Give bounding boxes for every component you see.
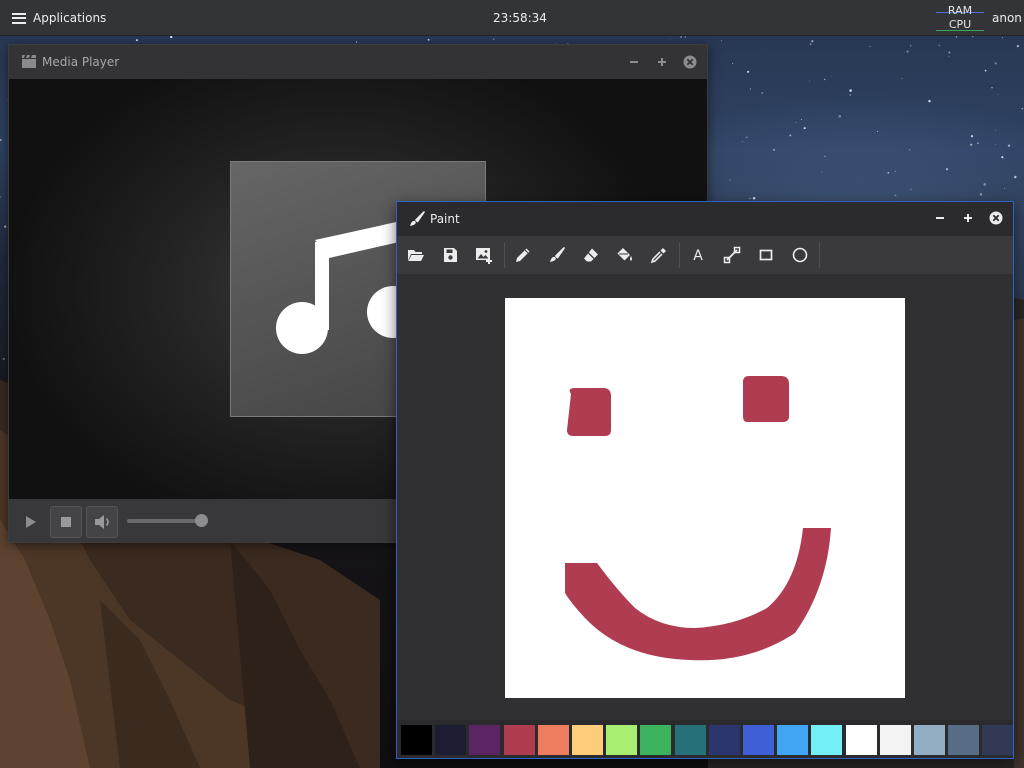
- palette-swatch[interactable]: [435, 725, 467, 755]
- close-icon[interactable]: [988, 210, 1004, 226]
- palette-swatch[interactable]: [572, 725, 603, 755]
- applications-menu-button[interactable]: Applications: [8, 6, 110, 30]
- cpu-usage-graph: [936, 30, 984, 31]
- eraser-icon: [584, 248, 598, 262]
- save-button[interactable]: [437, 242, 463, 268]
- toolbar-separator: [819, 242, 820, 268]
- paint-title: Paint: [430, 212, 460, 226]
- toolbar-separator: [679, 242, 680, 268]
- eyedropper-icon: [650, 248, 666, 264]
- palette-swatch[interactable]: [674, 725, 706, 755]
- save-icon: [444, 248, 457, 262]
- line-tool[interactable]: [719, 242, 745, 268]
- applications-label: Applications: [33, 11, 107, 25]
- open-button[interactable]: [403, 242, 429, 268]
- paint-bucket-icon: [617, 248, 632, 261]
- palette-swatch[interactable]: [469, 725, 501, 755]
- palette-swatch[interactable]: [537, 725, 569, 755]
- color-picker-tool[interactable]: [646, 242, 672, 268]
- insert-image-button[interactable]: [471, 242, 497, 268]
- palette-swatch[interactable]: [845, 725, 877, 755]
- eraser-tool[interactable]: [578, 242, 604, 268]
- top-panel: Applications 23:58:34 RAM CPU anon: [0, 0, 1024, 36]
- media-player-title: Media Player: [42, 55, 120, 69]
- close-icon[interactable]: [682, 54, 698, 70]
- drawing-canvas[interactable]: [505, 298, 905, 698]
- rectangle-tool[interactable]: [753, 242, 779, 268]
- palette-swatch[interactable]: [640, 725, 672, 755]
- user-menu[interactable]: anon: [992, 11, 1022, 25]
- maximize-icon[interactable]: [960, 210, 976, 226]
- minimize-icon[interactable]: [626, 54, 642, 70]
- paint-toolbar: A: [397, 236, 1013, 274]
- ellipse-tool[interactable]: [787, 242, 813, 268]
- palette-swatch[interactable]: [811, 725, 843, 755]
- maximize-icon[interactable]: [654, 54, 670, 70]
- volume-icon: [95, 515, 109, 529]
- media-player-titlebar[interactable]: Media Player: [9, 45, 707, 79]
- hamburger-menu-icon: [12, 12, 26, 24]
- film-clapper-icon: [22, 55, 36, 68]
- palette-swatch[interactable]: [606, 725, 638, 755]
- drawn-smile: [565, 528, 831, 661]
- pencil-tool[interactable]: [510, 242, 536, 268]
- toolbar-separator: [504, 242, 505, 268]
- palette-swatch[interactable]: [879, 725, 911, 755]
- system-monitor[interactable]: RAM CPU: [934, 5, 986, 33]
- ellipse-icon: [792, 247, 808, 263]
- palette-swatch[interactable]: [743, 725, 774, 755]
- drawn-left-eye: [567, 388, 611, 436]
- text-icon: A: [693, 248, 703, 264]
- canvas-viewport[interactable]: [397, 274, 1013, 720]
- play-icon: [26, 516, 36, 528]
- volume-slider-handle[interactable]: [195, 514, 208, 527]
- palette-swatch[interactable]: [914, 725, 945, 755]
- line-icon: [723, 246, 741, 264]
- stop-button[interactable]: [50, 506, 82, 538]
- fill-tool[interactable]: [612, 242, 638, 268]
- paintbrush-icon: [410, 211, 425, 226]
- play-button[interactable]: [14, 506, 46, 538]
- drawn-right-eye: [743, 376, 789, 422]
- palette-swatch[interactable]: [503, 725, 535, 755]
- svg-text:A: A: [693, 248, 703, 264]
- volume-button[interactable]: [86, 506, 118, 538]
- text-tool[interactable]: A: [685, 242, 711, 268]
- ram-label: RAM: [947, 4, 973, 17]
- insert-image-icon: [476, 248, 492, 264]
- folder-open-icon: [408, 250, 424, 261]
- panel-clock[interactable]: 23:58:34: [470, 11, 570, 25]
- palette-swatch[interactable]: [777, 725, 809, 755]
- paint-window[interactable]: Paint A: [396, 201, 1014, 759]
- palette-swatch[interactable]: [982, 725, 1013, 755]
- paint-titlebar[interactable]: Paint: [397, 202, 1013, 236]
- color-palette: [397, 720, 1013, 758]
- minimize-icon[interactable]: [932, 210, 948, 226]
- palette-swatch[interactable]: [708, 725, 740, 755]
- palette-swatch[interactable]: [401, 725, 432, 755]
- volume-slider-track[interactable]: [127, 519, 205, 523]
- pencil-icon: [516, 248, 530, 262]
- palette-swatch[interactable]: [948, 725, 980, 755]
- rectangle-icon: [759, 249, 773, 261]
- brush-tool[interactable]: [544, 242, 570, 268]
- stop-icon: [61, 517, 71, 527]
- brush-icon: [550, 247, 565, 262]
